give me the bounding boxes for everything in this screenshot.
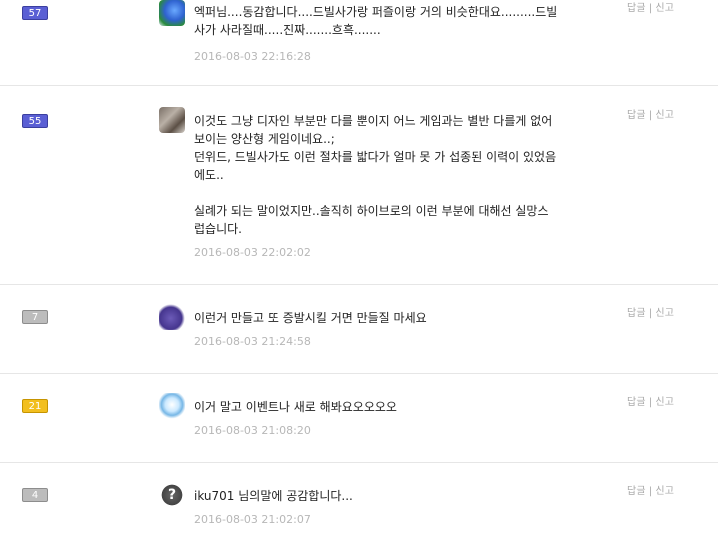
- question-mark-icon: ?: [167, 487, 177, 503]
- reply-button[interactable]: 답글: [627, 3, 646, 14]
- report-button[interactable]: 신고: [655, 110, 674, 121]
- comment-row: 55 이것도 그냥 디자인 부분만 다를 뿐이지 어느 게임과는 별반 다를게 …: [0, 86, 718, 285]
- egg-avatar-icon[interactable]: [159, 393, 185, 419]
- separator: |: [648, 308, 653, 319]
- comment-text: 이거 말고 이벤트나 새로 해봐요오오오오: [194, 400, 397, 414]
- reply-button[interactable]: 답글: [627, 110, 646, 121]
- comment-row: 4 ? iku701 님의말에 공감합니다... 2016-08-03 21:0…: [0, 463, 718, 536]
- character-avatar-icon[interactable]: [159, 0, 185, 26]
- level-badge: 55: [22, 114, 48, 128]
- separator: |: [648, 397, 653, 408]
- comment-text: iku701 님의말에 공감합니다...: [194, 489, 353, 503]
- comment-row: 7 이런거 만들고 또 증발시킬 거면 만들질 마세요 2016-08-03 2…: [0, 285, 718, 374]
- comment-text: 이런거 만들고 또 증발시킬 거면 만들질 마세요: [194, 311, 427, 325]
- report-button[interactable]: 신고: [655, 486, 674, 497]
- comment-actions: 답글 | 신고: [627, 0, 674, 14]
- comment-actions: 답글 | 신고: [627, 106, 674, 121]
- comment-row: 21 이거 말고 이벤트나 새로 해봐요오오오오 2016-08-03 21:0…: [0, 374, 718, 463]
- reply-button[interactable]: 답글: [627, 308, 646, 319]
- comment-text: 이것도 그냥 디자인 부분만 다를 뿐이지 어느 게임과는 별반 다를게 없어 …: [194, 114, 557, 236]
- comment-actions: 답글 | 신고: [627, 304, 674, 319]
- comment-text: 엑퍼님....동감합니다....드빌사가랑 퍼즐이랑 거의 비슷한대요.....…: [194, 5, 558, 37]
- comment-timestamp: 2016-08-03 21:08:20: [194, 424, 311, 437]
- separator: |: [648, 486, 653, 497]
- question-mark-avatar-icon[interactable]: ?: [159, 482, 185, 508]
- level-badge: 21: [22, 399, 48, 413]
- separator: |: [648, 110, 653, 121]
- level-badge: 57: [22, 6, 48, 20]
- comment-timestamp: 2016-08-03 21:02:07: [194, 513, 311, 526]
- level-badge: 7: [22, 310, 48, 324]
- comment-row: 57 엑퍼님....동감합니다....드빌사가랑 퍼즐이랑 거의 비슷한대요..…: [0, 0, 718, 86]
- comment-actions: 답글 | 신고: [627, 393, 674, 408]
- reply-button[interactable]: 답글: [627, 486, 646, 497]
- comment-timestamp: 2016-08-03 22:16:28: [194, 50, 311, 63]
- report-button[interactable]: 신고: [655, 3, 674, 14]
- comment-list: 57 엑퍼님....동감합니다....드빌사가랑 퍼즐이랑 거의 비슷한대요..…: [0, 0, 718, 536]
- report-button[interactable]: 신고: [655, 397, 674, 408]
- cat-avatar-icon[interactable]: [159, 107, 185, 133]
- creature-avatar-icon[interactable]: [159, 304, 185, 330]
- report-button[interactable]: 신고: [655, 308, 674, 319]
- level-badge: 4: [22, 488, 48, 502]
- comment-timestamp: 2016-08-03 22:02:02: [194, 246, 311, 259]
- reply-button[interactable]: 답글: [627, 397, 646, 408]
- separator: |: [648, 3, 653, 14]
- comment-timestamp: 2016-08-03 21:24:58: [194, 335, 311, 348]
- comment-actions: 답글 | 신고: [627, 482, 674, 497]
